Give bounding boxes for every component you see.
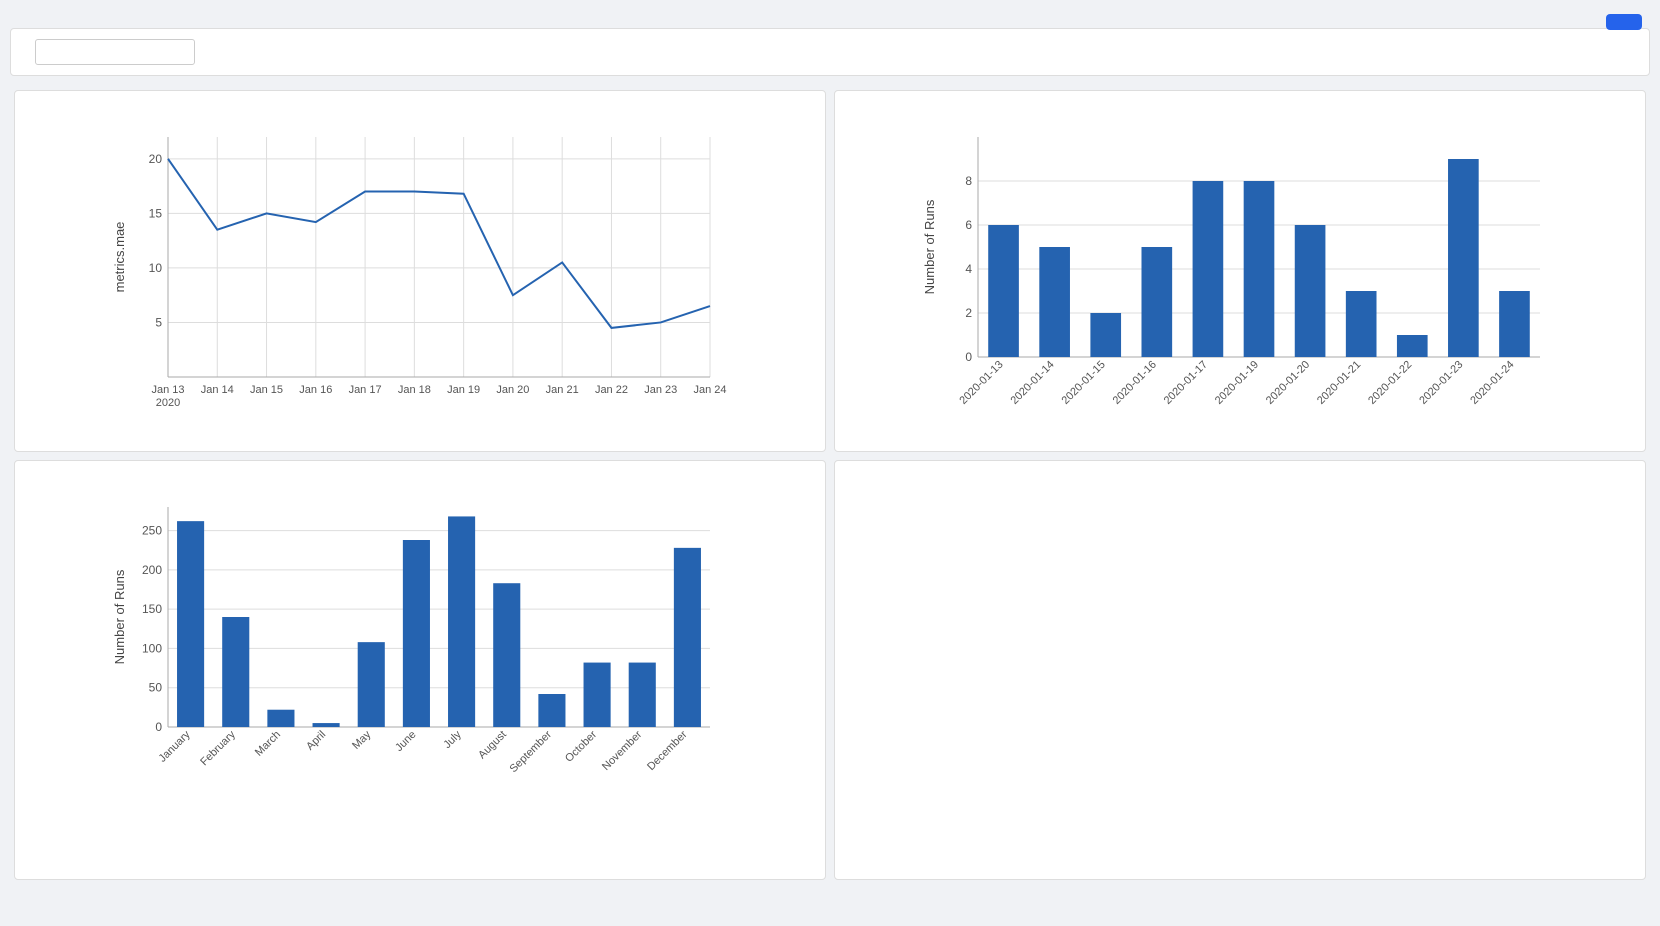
svg-text:January: January	[157, 728, 194, 765]
svg-text:4: 4	[965, 262, 972, 276]
svg-text:April: April	[304, 729, 328, 753]
svg-text:2020-01-17: 2020-01-17	[1162, 359, 1210, 407]
svg-text:20: 20	[149, 152, 163, 166]
svg-text:2020-01-22: 2020-01-22	[1366, 359, 1414, 407]
chart-best-performing: 5 10 15 20 metrics.mae Jan 132020 Jan 14 Jan 15…	[14, 90, 826, 452]
svg-text:2020-01-20: 2020-01-20	[1264, 359, 1312, 407]
svg-text:Number of Runs: Number of Runs	[922, 199, 937, 294]
charts-grid: 5101520metrics.maeJan 132020Jan 14Jan 15…	[10, 86, 1650, 884]
svg-text:2020: 2020	[156, 397, 180, 409]
svg-text:10: 10	[149, 261, 163, 275]
svg-text:2020-01-19: 2020-01-19	[1213, 359, 1261, 407]
svg-text:May: May	[350, 728, 374, 752]
chart3-svg: 0 50 100 150 200 250 Number of Runs JanuaryFebr…	[110, 487, 730, 807]
svg-text:6: 6	[965, 218, 972, 232]
svg-text:metrics.mae: metrics.mae	[112, 222, 127, 293]
svg-text:5: 5	[155, 315, 162, 329]
empty-quadrant	[834, 460, 1646, 880]
svg-text:15: 15	[149, 206, 163, 220]
svg-text:Jan 19: Jan 19	[447, 384, 480, 396]
svg-text:Jan 20: Jan 20	[496, 384, 529, 396]
svg-text:2020-01-23: 2020-01-23	[1417, 359, 1465, 407]
svg-text:Number of Runs: Number of Runs	[112, 569, 127, 664]
svg-text:0: 0	[965, 350, 972, 364]
chart-total-runs-2019: 0 50 100 150 200 250 Number of Runs JanuaryFebr…	[14, 460, 826, 880]
svg-text:December: December	[645, 728, 690, 773]
svg-text:2020-01-13: 2020-01-13	[957, 359, 1005, 407]
svg-text:2020-01-21: 2020-01-21	[1315, 359, 1363, 407]
svg-text:2020-01-14: 2020-01-14	[1008, 359, 1056, 407]
svg-text:250: 250	[142, 524, 162, 538]
svg-text:2020-01-15: 2020-01-15	[1060, 359, 1108, 407]
experiment-bar	[10, 28, 1650, 76]
svg-text:Jan 13: Jan 13	[151, 384, 184, 396]
svg-text:0: 0	[155, 720, 162, 734]
svg-text:Jan 17: Jan 17	[349, 384, 382, 396]
svg-text:March: March	[253, 729, 283, 759]
experiment-id-input[interactable]	[35, 39, 195, 65]
svg-text:October: October	[563, 728, 599, 764]
svg-text:50: 50	[149, 681, 163, 695]
svg-text:150: 150	[142, 602, 162, 616]
svg-text:November: November	[600, 728, 645, 773]
svg-text:2020-01-24: 2020-01-24	[1468, 359, 1516, 407]
chart2-svg: 02468Number of Runs2020-01-132020-01-142…	[920, 117, 1560, 437]
svg-text:August: August	[476, 729, 509, 762]
svg-text:June: June	[393, 729, 418, 754]
svg-text:Jan 18: Jan 18	[398, 384, 431, 396]
svg-text:February: February	[198, 728, 238, 768]
svg-text:Jan 23: Jan 23	[644, 384, 677, 396]
svg-text:8: 8	[965, 174, 972, 188]
svg-text:Jan 22: Jan 22	[595, 384, 628, 396]
svg-text:Jan 15: Jan 15	[250, 384, 283, 396]
svg-text:Jan 14: Jan 14	[201, 384, 234, 396]
chart1-svg: 5 10 15 20 metrics.mae Jan 132020 Jan 14 Jan 15…	[110, 117, 730, 437]
svg-text:2: 2	[965, 306, 972, 320]
svg-text:July: July	[441, 728, 464, 751]
update-button[interactable]	[1606, 14, 1642, 30]
svg-text:2020-01-16: 2020-01-16	[1111, 359, 1159, 407]
svg-text:September: September	[508, 728, 555, 775]
svg-text:200: 200	[142, 563, 162, 577]
svg-text:Jan 16: Jan 16	[299, 384, 332, 396]
svg-text:100: 100	[142, 641, 162, 655]
svg-text:Jan 24: Jan 24	[693, 384, 726, 396]
chart-recent-runs: 02468Number of Runs2020-01-132020-01-142…	[834, 90, 1646, 452]
svg-text:Jan 21: Jan 21	[546, 384, 579, 396]
